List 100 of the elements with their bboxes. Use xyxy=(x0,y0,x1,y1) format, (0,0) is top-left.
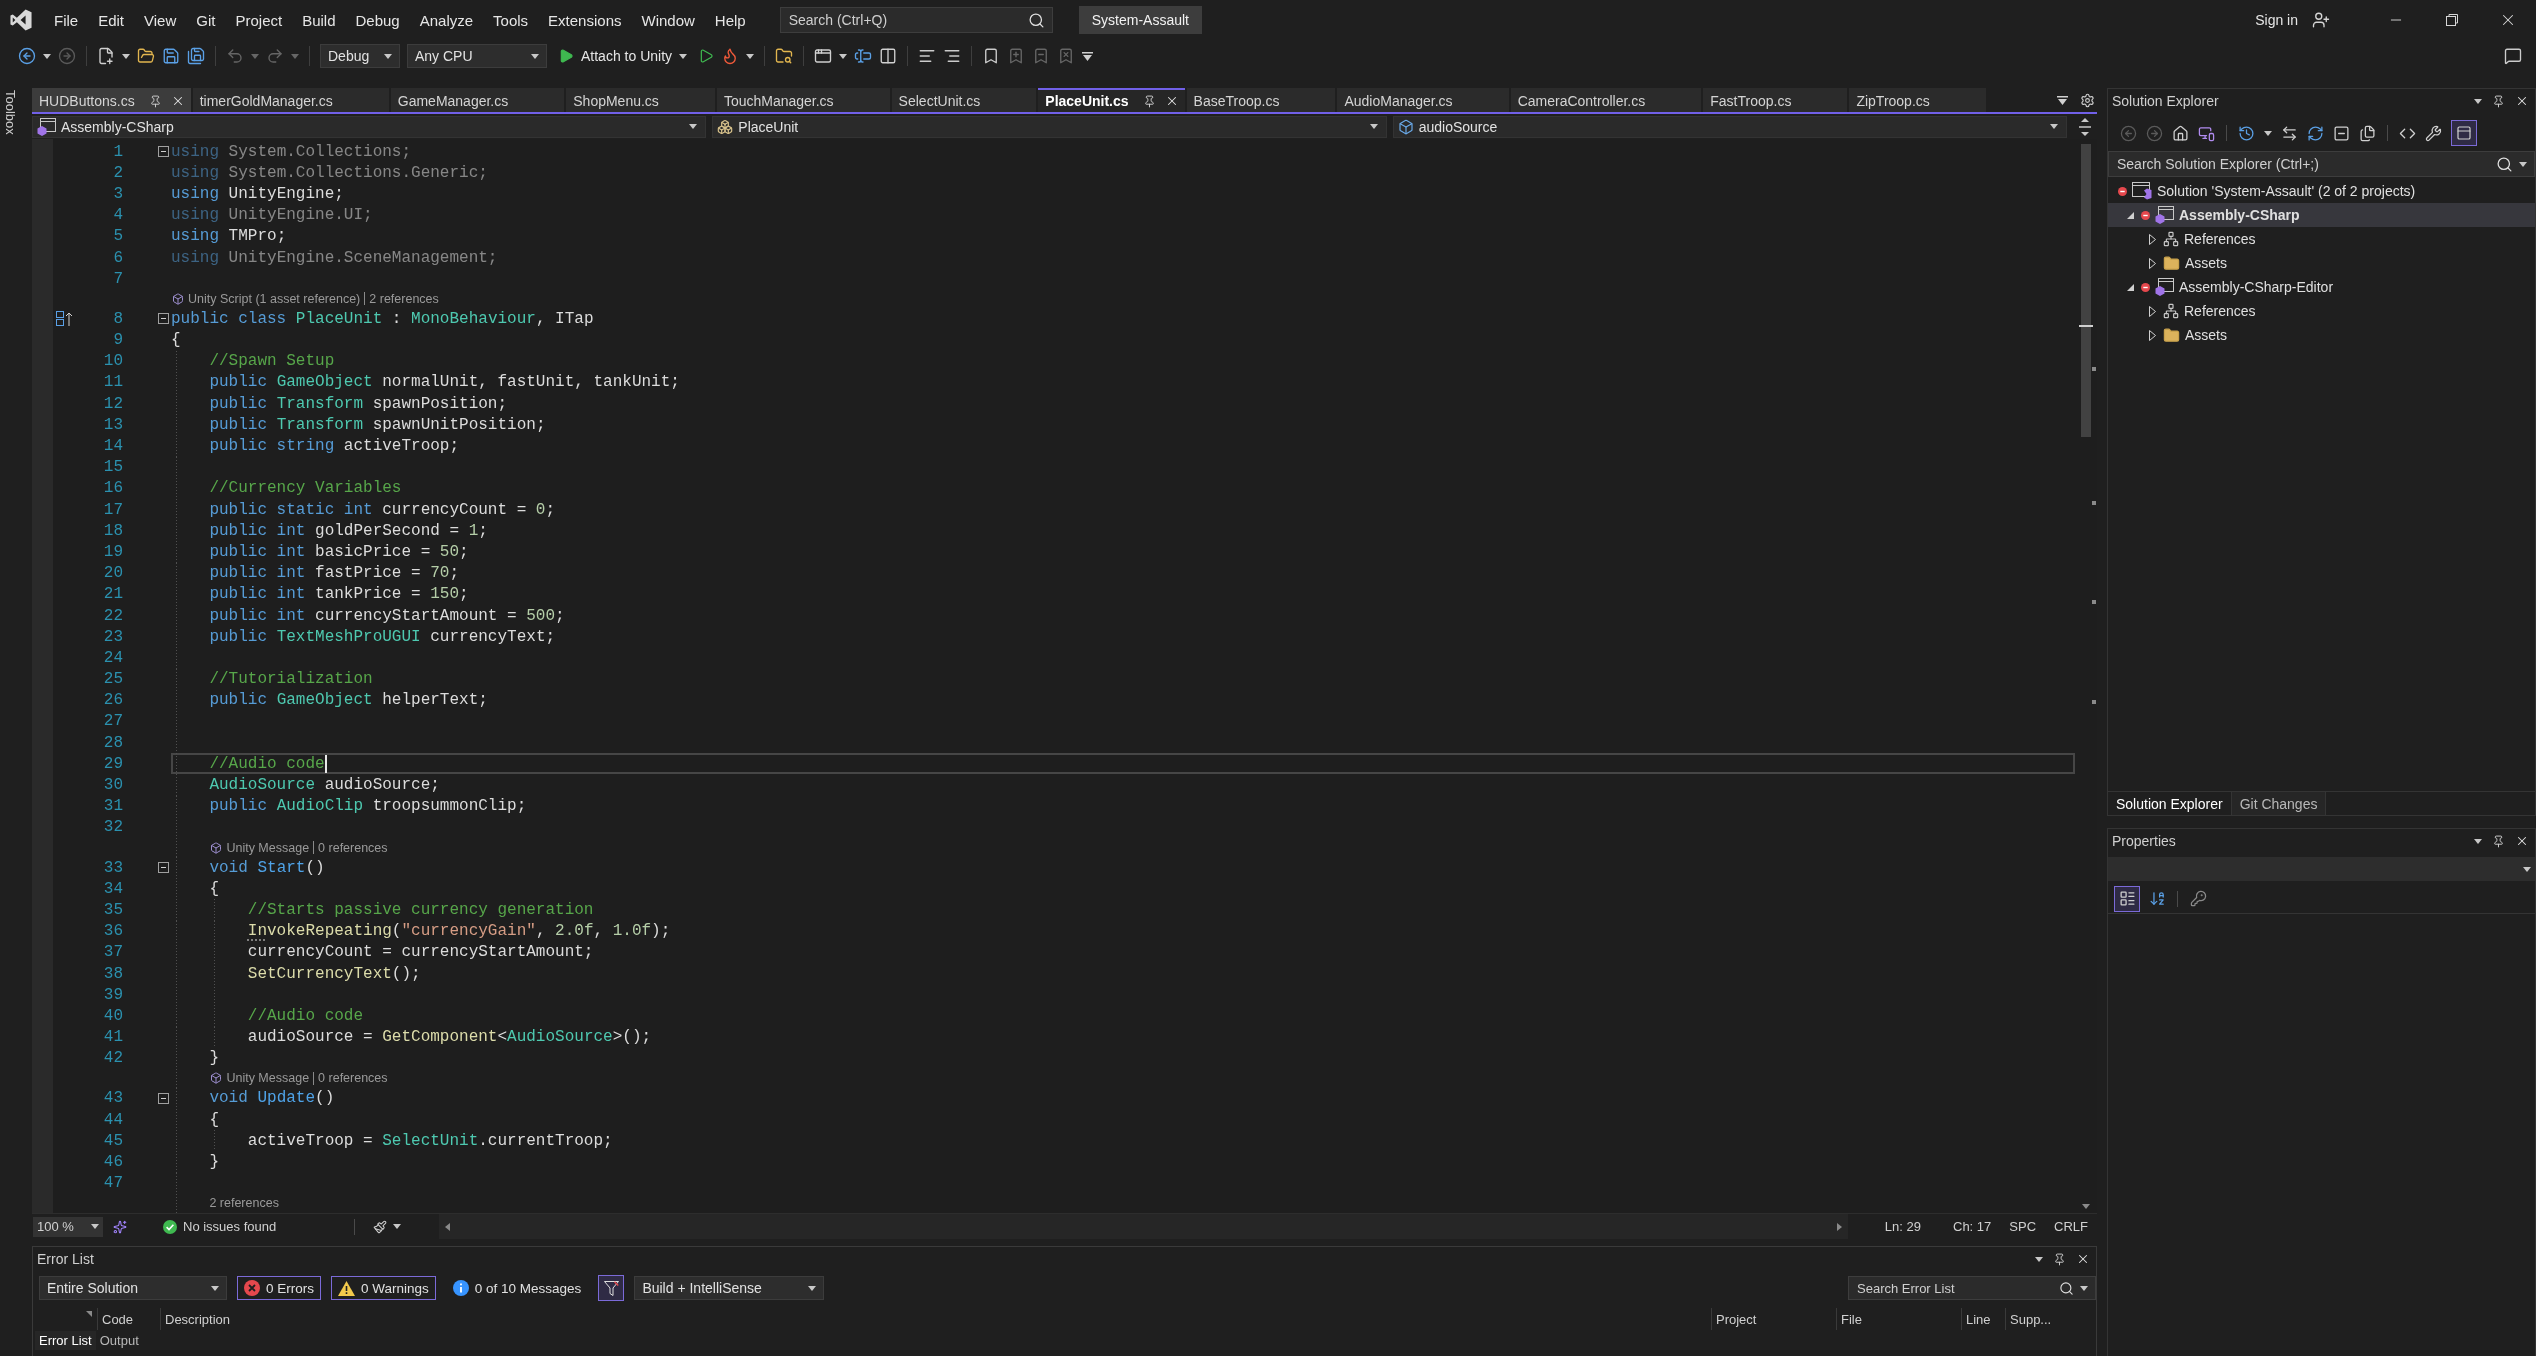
navigation-dropdown[interactable]: PlaceUnit xyxy=(712,115,1387,138)
menu-item[interactable]: Project xyxy=(225,7,293,33)
triangle-right-icon[interactable] xyxy=(2148,233,2156,245)
scroll-down-icon[interactable] xyxy=(2082,1204,2090,1209)
horizontal-scrollbar[interactable] xyxy=(439,1214,1848,1239)
message-icon[interactable] xyxy=(2504,47,2522,65)
caret-icon[interactable] xyxy=(2264,130,2272,136)
logo-icon[interactable] xyxy=(10,9,32,31)
menu-item[interactable]: Help xyxy=(704,7,756,33)
preview-toggle-button[interactable] xyxy=(2451,120,2477,146)
search-field[interactable]: Search Solution Explorer (Ctrl+;) xyxy=(2108,151,2535,177)
whitespace-indicator[interactable]: SPC xyxy=(2000,1219,2046,1234)
view-button[interactable] xyxy=(2114,885,2140,912)
home-icon[interactable] xyxy=(2172,124,2189,142)
document-tab[interactable]: BaseTroop.cs xyxy=(1186,88,1336,112)
forward-icon[interactable] xyxy=(58,47,76,65)
refresh-icon[interactable] xyxy=(2307,124,2324,142)
document-tab[interactable]: ZipTroop.cs xyxy=(1849,88,1986,112)
panel-tab[interactable]: Git Changes xyxy=(2231,792,2327,815)
menu-item[interactable]: Window xyxy=(631,7,705,33)
triangle-right-icon[interactable] xyxy=(2148,257,2156,269)
column-header[interactable]: Line xyxy=(1961,1308,2005,1330)
column-header[interactable]: File xyxy=(1836,1308,1961,1330)
menu-item[interactable]: File xyxy=(44,7,89,33)
menu-item[interactable]: View xyxy=(134,7,187,33)
navigation-dropdown[interactable]: Assembly-CSharp xyxy=(32,115,707,138)
corner-triangle-icon[interactable] xyxy=(2126,211,2134,219)
settings-icon[interactable] xyxy=(2080,92,2095,108)
column-header[interactable]: Project xyxy=(1711,1308,1836,1330)
minus-box-icon[interactable] xyxy=(157,862,169,874)
menu-item[interactable]: Analyze xyxy=(409,7,484,33)
column-indicator[interactable]: Ch: 17 xyxy=(1944,1219,2001,1234)
save-all-icon[interactable] xyxy=(187,47,205,65)
tree-item[interactable]: Assets xyxy=(2108,323,2535,347)
columns-icon[interactable] xyxy=(879,47,898,65)
overflow-icon[interactable] xyxy=(1082,51,1094,61)
history-icon[interactable] xyxy=(2238,124,2255,142)
configuration-dropdown[interactable]: Debug xyxy=(320,44,400,68)
close-icon[interactable] xyxy=(2076,1252,2090,1266)
tree-item[interactable]: References xyxy=(2108,227,2535,251)
corner-triangle-icon[interactable] xyxy=(2126,283,2134,291)
menu-item[interactable]: Build xyxy=(292,7,346,33)
tree-item[interactable]: Assembly-CSharp xyxy=(2108,203,2535,227)
triangle-right-icon[interactable] xyxy=(2148,329,2156,341)
filter-button[interactable] xyxy=(598,1275,625,1301)
undo-icon[interactable] xyxy=(226,47,244,65)
menu-item[interactable]: Tools xyxy=(483,7,539,33)
code-lens-link[interactable]: Unity Message xyxy=(226,839,310,856)
wrench-icon[interactable] xyxy=(2425,124,2442,142)
pin-icon[interactable] xyxy=(2492,94,2505,108)
document-tab[interactable]: CameraController.cs xyxy=(1510,88,1702,112)
line-ending-indicator[interactable]: CRLF xyxy=(2045,1219,2097,1234)
code-lens-link[interactable]: 0 references xyxy=(318,1070,388,1087)
text-cursor-input-icon[interactable] xyxy=(854,47,873,65)
caret-icon[interactable] xyxy=(122,53,130,59)
close-icon[interactable] xyxy=(2515,834,2529,848)
filter-toggle-button[interactable]: 0 of 10 Messages xyxy=(445,1276,589,1300)
zoom-dropdown[interactable]: 100 % xyxy=(33,1216,103,1237)
tab-list-icon[interactable] xyxy=(2057,95,2068,105)
search-field[interactable]: Search Error List xyxy=(1848,1276,2096,1300)
column-header[interactable]: Description xyxy=(160,1308,1711,1330)
caret-icon[interactable] xyxy=(393,1224,402,1229)
code-lens-link[interactable]: 0 references xyxy=(318,839,388,856)
code-lens-link[interactable]: Unity Message xyxy=(226,1070,310,1087)
restore-icon[interactable] xyxy=(2446,14,2458,26)
tree-item[interactable]: References xyxy=(2108,299,2535,323)
scroll-left-icon[interactable] xyxy=(445,1222,451,1231)
issues-indicator[interactable]: No issues found xyxy=(163,1219,277,1234)
pin-icon[interactable] xyxy=(1142,94,1156,108)
navigation-dropdown[interactable]: audioSource xyxy=(1392,115,2067,138)
caret-icon[interactable] xyxy=(2474,838,2482,844)
scrollbar-thumb[interactable] xyxy=(2081,144,2091,437)
code-lens-link[interactable]: 2 references xyxy=(369,290,439,307)
document-tab[interactable]: GameManager.cs xyxy=(390,88,565,112)
toolbox-tab[interactable]: Toolbox xyxy=(2,88,18,135)
minus-box-icon[interactable] xyxy=(157,1092,169,1104)
minus-square-icon[interactable] xyxy=(2333,124,2350,142)
caret-icon[interactable] xyxy=(43,53,51,59)
platform-dropdown[interactable]: Any CPU xyxy=(407,44,547,68)
column-header[interactable]: Code xyxy=(97,1308,160,1330)
menu-item[interactable]: Debug xyxy=(345,7,410,33)
forward-icon[interactable] xyxy=(2146,124,2163,142)
column-header[interactable]: Supp... xyxy=(2005,1308,2065,1330)
document-tab[interactable]: TouchManager.cs xyxy=(716,88,890,112)
user-plus-icon[interactable] xyxy=(2312,11,2330,29)
squares-arrow-icon[interactable] xyxy=(56,311,73,327)
files-icon[interactable] xyxy=(2359,124,2376,142)
document-tab[interactable]: AudioManager.cs xyxy=(1337,88,1509,112)
play-outline-icon[interactable] xyxy=(698,48,715,64)
sign-in-link[interactable]: Sign in xyxy=(2255,12,2298,28)
pin-icon[interactable] xyxy=(2492,834,2505,848)
document-tab[interactable]: ShopMenu.cs xyxy=(566,88,715,112)
line-indicator[interactable]: Ln: 29 xyxy=(1875,1219,1930,1234)
code-lens-link[interactable]: Unity Script (1 asset reference) xyxy=(188,290,361,307)
caret-icon[interactable] xyxy=(839,53,848,59)
document-tab[interactable]: FastTroop.cs xyxy=(1703,88,1848,112)
align-left-icon[interactable] xyxy=(918,47,937,65)
pin-icon[interactable] xyxy=(148,94,162,108)
caret-icon[interactable] xyxy=(2035,1256,2043,1262)
folder-search-icon[interactable] xyxy=(775,47,794,65)
